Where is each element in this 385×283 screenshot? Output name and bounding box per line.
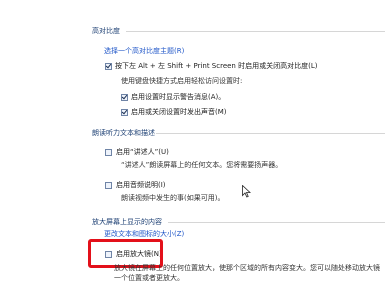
section-header-high-contrast: 高对比度 [92,27,120,35]
section-header-magnify: 放大屏幕上显示的内容 [92,218,162,226]
warning-message-label: 启用设置时显示警告消息(A)。 [131,93,226,101]
section-divider [168,222,385,223]
select-high-contrast-theme-link[interactable]: 选择一个高对比度主题(R) [104,46,184,56]
change-text-size-link[interactable]: 更改文本和图标的大小(Z) [104,229,184,239]
sound-label: 启用或关闭设置时发出声音(M) [131,108,227,116]
keyboard-shortcut-subheader: 使用键盘快捷方式启用轻松访问设置时: [121,77,243,85]
high-contrast-shortcut-label: 按下左 Alt + 左 Shift + Print Screen 时启用或关闭高… [115,62,318,70]
mouse-cursor-icon [242,185,251,198]
audio-description-desc: 朗读视频中发生的事(如果可用)。 [121,194,225,202]
warning-message-checkbox[interactable] [121,94,128,101]
narrator-checkbox[interactable] [105,149,112,156]
section-header-narration: 朗读听力文本和描述 [92,129,155,137]
narrator-label: 启用“讲述人”(U) [116,148,169,156]
section-divider [156,133,385,134]
magnifier-description-line-2: 一个位置或者更放大。 [114,274,184,282]
section-divider [126,31,385,32]
sound-checkbox[interactable] [121,109,128,116]
high-contrast-shortcut-checkbox[interactable] [105,63,112,70]
audio-description-checkbox[interactable] [105,182,112,189]
audio-description-label: 启用音频说明(I) [116,181,166,189]
narrator-description: “讲述人”朗读屏幕上的任何文本。您将需要扬声器。 [121,161,283,169]
magnifier-description-line-1: 放大镜在屏幕上的任何位置放大，使那个区域的所有内容变大。您可以随处移动放大镜 [114,264,380,272]
